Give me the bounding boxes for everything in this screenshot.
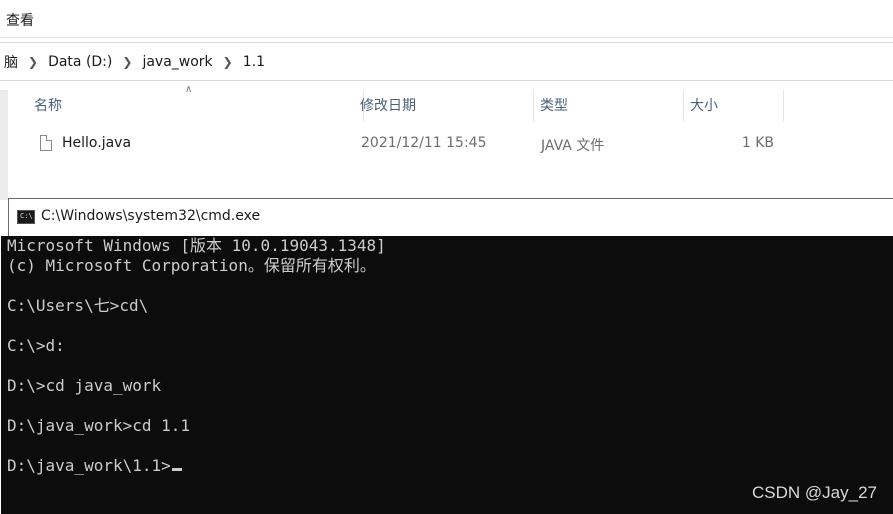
terminal-icon: C:\ — [17, 210, 35, 224]
console-prompt: D:\java_work\1.1> — [7, 456, 171, 475]
nav-pane-edge — [0, 90, 8, 200]
breadcrumb: 脑 ❯ Data (D:) ❯ java_work ❯ 1.1 — [0, 52, 269, 72]
file-name: Hello.java — [62, 135, 132, 151]
column-header: 名称 修改日期 类型 大小 — [10, 90, 893, 122]
cmd-window[interactable]: C:\ C:\Windows\system32\cmd.exe Microsof… — [1, 198, 893, 514]
file-size: 1 KB — [741, 135, 774, 151]
column-header-name[interactable]: 名称 — [28, 90, 364, 122]
file-type: JAVA 文件 — [541, 138, 605, 154]
console-line: (c) Microsoft Corporation。保留所有权利。 — [7, 256, 376, 275]
watermark: CSDN @Jay_27 — [752, 483, 877, 502]
breadcrumb-item-java-work[interactable]: java_work — [138, 54, 216, 70]
console-output: Microsoft Windows [版本 10.0.19043.1348] (… — [7, 236, 386, 476]
console-line: C:\>d: — [7, 336, 65, 355]
chevron-right-icon[interactable]: ❯ — [116, 55, 138, 69]
console-prompt-line[interactable]: D:\java_work\1.1> — [7, 456, 386, 476]
console-line: C:\Users\七>cd\ — [7, 296, 149, 315]
ribbon-tab-view[interactable]: 查看 — [6, 10, 34, 30]
breadcrumb-item-drive[interactable]: Data (D:) — [44, 54, 116, 70]
console-line: Microsoft Windows [版本 10.0.19043.1348] — [7, 236, 386, 255]
cmd-title: C:\Windows\system32\cmd.exe — [41, 208, 261, 224]
cmd-console[interactable]: Microsoft Windows [版本 10.0.19043.1348] (… — [1, 236, 893, 514]
breadcrumb-item-pc[interactable]: 脑 — [0, 52, 22, 72]
file-row[interactable]: Hello.java 2021/12/11 15:45 JAVA 文件 1 KB — [10, 128, 893, 160]
chevron-right-icon[interactable]: ❯ — [22, 55, 44, 69]
file-icon — [40, 135, 52, 151]
column-header-type[interactable]: 类型 — [534, 90, 684, 122]
text-cursor — [171, 468, 182, 471]
column-header-size[interactable]: 大小 — [684, 90, 784, 122]
column-header-date[interactable]: 修改日期 — [354, 90, 534, 122]
chevron-right-icon[interactable]: ❯ — [217, 55, 239, 69]
address-bar[interactable]: 脑 ❯ Data (D:) ❯ java_work ❯ 1.1 — [0, 42, 893, 81]
terminal-icon-label: C:\ — [20, 212, 33, 220]
console-line: D:\java_work>cd 1.1 — [7, 416, 191, 435]
file-date: 2021/12/11 15:45 — [361, 135, 487, 151]
ribbon: 查看 — [0, 0, 893, 38]
cmd-title-bar[interactable]: C:\ C:\Windows\system32\cmd.exe — [9, 199, 893, 236]
console-line: D:\>cd java_work — [7, 376, 162, 395]
breadcrumb-item-current[interactable]: 1.1 — [239, 54, 269, 70]
